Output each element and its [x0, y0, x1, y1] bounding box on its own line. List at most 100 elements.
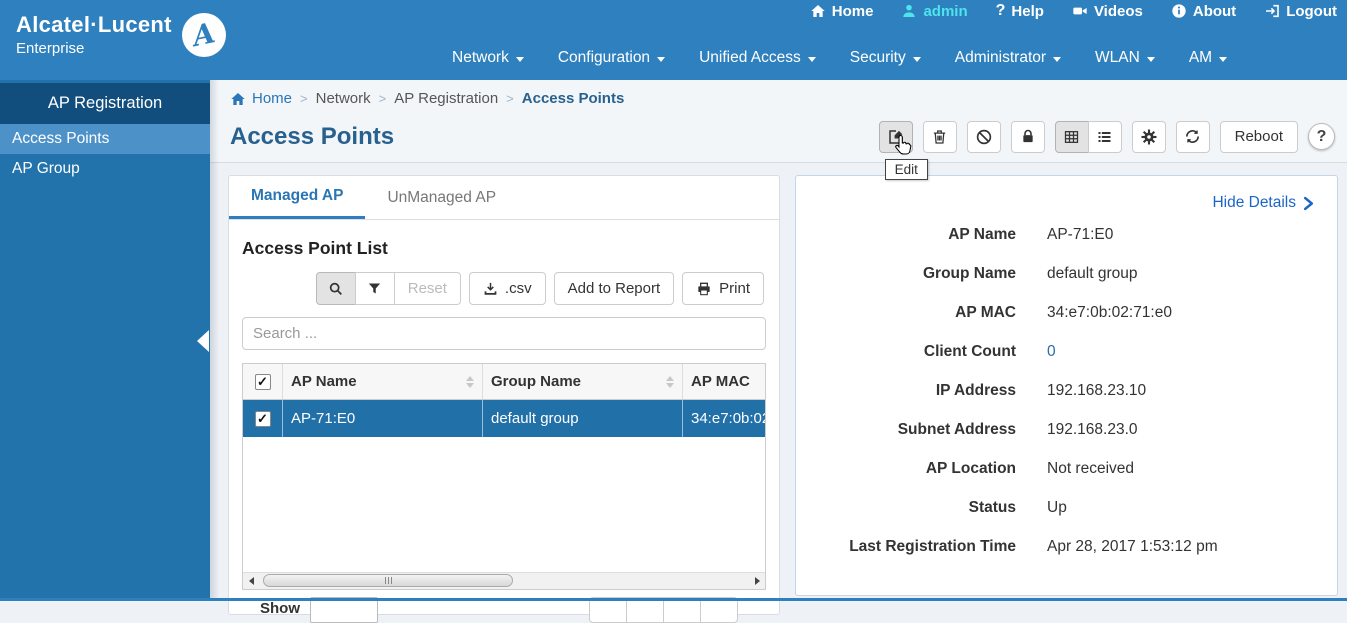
horizontal-scrollbar[interactable]: [243, 572, 765, 589]
main-nav: Network Configuration Unified Access Sec…: [452, 44, 1227, 72]
edit-icon: [887, 128, 905, 146]
alcatel-lucent-logo-icon: A: [182, 13, 226, 57]
list-heading: Access Point List: [242, 238, 764, 259]
scroll-left-icon[interactable]: [243, 573, 259, 589]
question-icon: ?: [996, 2, 1006, 20]
column-header-ap-name[interactable]: AP Name: [283, 364, 483, 399]
list-actions: Reset .csv Add to Report Print: [242, 272, 764, 305]
table-row-selected[interactable]: ✓ AP-71:E0 default group 34:e7:0b:02:71:…: [243, 400, 765, 437]
ap-details-panel: Hide Details AP Name AP-71:E0 Group Name…: [795, 175, 1338, 596]
videos-link[interactable]: Videos: [1072, 3, 1143, 20]
hide-details-link[interactable]: Hide Details: [818, 194, 1315, 212]
add-to-report-button[interactable]: Add to Report: [554, 272, 675, 305]
reboot-button[interactable]: Reboot: [1220, 121, 1298, 153]
nav-security[interactable]: Security: [850, 49, 921, 67]
delete-button[interactable]: [923, 121, 957, 153]
videos-link-label: Videos: [1094, 3, 1143, 20]
sidebar-item-ap-group[interactable]: AP Group: [0, 154, 210, 184]
print-button[interactable]: Print: [682, 272, 764, 305]
home-link-label: Home: [832, 3, 874, 20]
refresh-icon: [1184, 128, 1201, 145]
home-link[interactable]: Home: [810, 3, 874, 20]
filter-button[interactable]: [355, 272, 395, 305]
logout-icon: [1264, 3, 1280, 19]
detail-row-status: Status Up: [818, 499, 1315, 517]
ap-list-panel: Managed AP UnManaged AP Access Point Lis…: [228, 175, 780, 615]
reset-button[interactable]: Reset: [394, 272, 461, 305]
sort-icon[interactable]: [666, 376, 674, 388]
breadcrumb-network[interactable]: Network: [316, 90, 371, 107]
row-checkbox[interactable]: ✓: [255, 411, 271, 427]
home-icon: [810, 3, 826, 19]
ap-tabs: Managed AP UnManaged AP: [229, 176, 779, 220]
cell-ap-mac: 34:e7:0b:02:71:e0: [683, 400, 765, 437]
edit-button[interactable]: Edit: [879, 121, 913, 153]
breadcrumb-ap-registration[interactable]: AP Registration: [394, 90, 498, 107]
chevron-down-icon: [913, 57, 921, 62]
breadcrumb: Home > Network > AP Registration > Acces…: [210, 80, 1347, 111]
user-icon: [901, 3, 917, 19]
view-toggle-group: [1055, 121, 1122, 153]
lock-button[interactable]: [1011, 121, 1045, 153]
ban-icon: [975, 128, 993, 146]
nav-network[interactable]: Network: [452, 49, 524, 67]
client-count-link[interactable]: 0: [1047, 343, 1056, 361]
cell-group-name: default group: [483, 400, 683, 437]
breadcrumb-separator: >: [300, 91, 308, 106]
detail-row-last-registration-time: Last Registration Time Apr 28, 2017 1:53…: [818, 538, 1315, 556]
grid-view-button[interactable]: [1055, 121, 1089, 153]
column-header-ap-mac[interactable]: AP MAC: [683, 364, 765, 399]
gear-icon: [1140, 128, 1158, 146]
about-link[interactable]: About: [1171, 3, 1236, 20]
sort-icon[interactable]: [466, 376, 474, 388]
user-menu[interactable]: admin: [901, 3, 967, 20]
logout-link-label: Logout: [1286, 3, 1337, 20]
top-utility-links: Home admin ? Help Videos About Logout: [810, 0, 1337, 22]
breadcrumb-home[interactable]: Home: [230, 90, 292, 107]
scroll-right-icon[interactable]: [749, 573, 765, 589]
sidebar-collapse-icon[interactable]: [197, 330, 209, 352]
download-icon: [483, 281, 498, 296]
nav-configuration[interactable]: Configuration: [558, 49, 665, 67]
column-header-group-name[interactable]: Group Name: [483, 364, 683, 399]
tab-unmanaged-ap[interactable]: UnManaged AP: [365, 176, 518, 219]
checkbox-checked-icon[interactable]: ✓: [255, 374, 271, 390]
chevron-down-icon: [1147, 57, 1155, 62]
pager-row: Show: [229, 590, 779, 623]
sidebar-item-access-points[interactable]: Access Points: [0, 124, 210, 154]
refresh-button[interactable]: [1176, 121, 1210, 153]
detail-row-subnet-address: Subnet Address 192.168.23.0: [818, 421, 1315, 439]
logout-link[interactable]: Logout: [1264, 3, 1337, 20]
chevron-down-icon: [1053, 57, 1061, 62]
nav-unified-access[interactable]: Unified Access: [699, 49, 816, 67]
settings-button[interactable]: [1132, 121, 1166, 153]
search-input[interactable]: [242, 317, 766, 350]
search-toggle-button[interactable]: [316, 272, 356, 305]
table-empty-area: [243, 437, 765, 572]
help-link[interactable]: ? Help: [996, 2, 1044, 20]
scrollbar-track[interactable]: [259, 573, 749, 589]
breadcrumb-separator: >: [506, 91, 514, 106]
page-title: Access Points: [230, 123, 394, 151]
search-icon: [328, 281, 344, 297]
select-all-checkbox[interactable]: ✓: [243, 364, 283, 399]
help-button[interactable]: ?: [1308, 123, 1335, 150]
filter-icon: [367, 281, 382, 296]
nav-administrator[interactable]: Administrator: [955, 49, 1061, 67]
breadcrumb-separator: >: [379, 91, 387, 106]
home-icon: [230, 91, 246, 107]
grid-view-icon: [1063, 129, 1080, 145]
list-view-button[interactable]: [1088, 121, 1122, 153]
chevron-down-icon: [1219, 57, 1227, 62]
about-link-label: About: [1193, 3, 1236, 20]
tab-managed-ap[interactable]: Managed AP: [229, 176, 365, 219]
detail-row-ap-location: AP Location Not received: [818, 460, 1315, 478]
block-button[interactable]: [967, 121, 1001, 153]
export-csv-button[interactable]: .csv: [469, 272, 546, 305]
sidebar: AP Registration Access Points AP Group: [0, 80, 210, 601]
nav-wlan[interactable]: WLAN: [1095, 49, 1155, 67]
scrollbar-thumb[interactable]: [263, 574, 513, 587]
printer-icon: [696, 281, 712, 297]
nav-am[interactable]: AM: [1189, 49, 1227, 67]
toolbar: Edit: [879, 121, 1335, 153]
